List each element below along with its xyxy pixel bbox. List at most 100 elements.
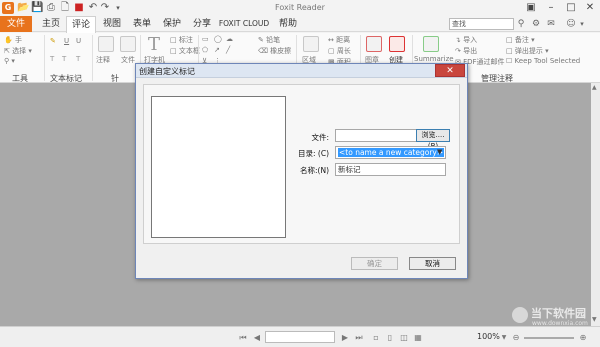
dialog-body: 文件: 浏览....(B) 目录: (C) <to name a new cat…	[143, 84, 460, 244]
popup-dropdown[interactable]: □ 弹出提示 ▾	[506, 46, 549, 56]
scroll-up-icon[interactable]: ▲	[592, 84, 597, 91]
select-tool-label: 选择	[12, 47, 27, 55]
save-icon[interactable]: 💾	[31, 2, 43, 14]
title-bar: G 📂 💾 ⎙ 🗋 ■ ↶ ↷ ▾ Foxit Reader ▣ – □ ✕	[0, 0, 600, 16]
minimize-button[interactable]: –	[540, 1, 562, 15]
fdf-email-label: FDF通过邮件	[463, 58, 505, 66]
category-select[interactable]: <to name a new category> ▼	[335, 146, 446, 159]
pdf-icon[interactable]: ■	[73, 2, 85, 14]
hand-tool-label: 手	[14, 36, 22, 44]
import-tool[interactable]: ↴ 导入	[455, 35, 477, 45]
textbox-label: 文本框	[178, 47, 200, 55]
zoom-slider[interactable]	[524, 337, 574, 339]
settings-icon[interactable]: ⚙	[530, 18, 542, 30]
summarize-icon[interactable]	[423, 36, 439, 52]
single-page-view-icon[interactable]: ▫	[371, 332, 381, 343]
insert-text-tool[interactable]: T	[76, 55, 80, 63]
last-page-icon[interactable]: ⏭	[354, 332, 364, 343]
facing-view-icon[interactable]: ◫	[399, 332, 409, 343]
new-doc-icon[interactable]: 🗋	[59, 2, 71, 14]
chat-icon[interactable]: ✉	[545, 18, 557, 30]
close-button[interactable]: ✕	[579, 1, 600, 15]
notes-dropdown[interactable]: □ 备注 ▾	[506, 35, 535, 45]
file-path-input[interactable]	[335, 129, 417, 142]
select-tool[interactable]: ⇱ 选择 ▾	[4, 46, 32, 56]
tab-form[interactable]: 表单	[128, 16, 156, 32]
category-field-label: 目录: (C)	[298, 149, 329, 158]
rectangle-shape-icon[interactable]: ▭	[202, 35, 209, 43]
area-measure-icon[interactable]	[303, 36, 319, 52]
continuous-view-icon[interactable]: ▯	[385, 332, 395, 343]
distance-label: 距离	[336, 36, 351, 44]
squiggly-tool[interactable]: U	[76, 37, 81, 45]
category-selected-value: <to name a new category>	[338, 148, 445, 157]
note-icon[interactable]	[98, 36, 114, 52]
first-page-icon[interactable]: ⏮	[238, 332, 248, 343]
textbox-tool[interactable]: □ 文本框	[170, 46, 200, 56]
previous-page-icon[interactable]: ◀	[252, 332, 262, 343]
stamp-name-input[interactable]: 新标记	[335, 163, 446, 176]
watermark-icon	[512, 307, 528, 323]
page-number-input[interactable]	[265, 331, 335, 343]
open-icon[interactable]: 📂	[17, 2, 29, 14]
file-attach-icon[interactable]	[120, 36, 136, 52]
dialog-title: 创建自定义标记	[139, 67, 195, 76]
perimeter-tool[interactable]: ▢ 周长	[328, 46, 351, 56]
restore-ribbon-icon[interactable]: ▣	[520, 1, 542, 15]
tab-file[interactable]: 文件	[0, 16, 32, 32]
tab-view[interactable]: 视图	[98, 16, 126, 32]
export-tool[interactable]: ↷ 导出	[455, 46, 477, 56]
status-bar: ⏮ ◀ ▶ ⏭ ▫ ▯ ◫ ▦ 100% ▼ ⊖ ⊕	[0, 326, 600, 347]
dropdown-icon[interactable]: ▾	[112, 2, 124, 14]
zoom-dropdown-icon[interactable]: ▼	[499, 332, 509, 343]
popup-label: 弹出提示	[514, 47, 543, 55]
callout-tool[interactable]: □ 标注	[170, 35, 193, 45]
search-icon[interactable]: ⚲	[515, 18, 527, 30]
undo-icon[interactable]: ↶	[87, 2, 99, 14]
zoom-out-icon[interactable]: ⊖	[511, 332, 521, 343]
replace-text-tool[interactable]: T	[62, 55, 66, 63]
search-input[interactable]: 查找	[449, 18, 514, 30]
zoom-in-icon[interactable]: ⊕	[578, 332, 588, 343]
distance-tool[interactable]: ↔ 距离	[328, 35, 350, 45]
watermark-logo: 当下软件园 www.downxia.com	[512, 303, 596, 331]
tab-protect[interactable]: 保护	[158, 16, 186, 32]
dialog-close-button[interactable]: ✕	[435, 64, 465, 77]
browse-button[interactable]: 浏览....(B)	[416, 129, 450, 150]
arrow-shape-icon[interactable]: ↗	[214, 46, 220, 54]
redo-icon[interactable]: ↷	[99, 2, 111, 14]
ok-button[interactable]: 确定	[351, 257, 398, 270]
keep-tool-checkbox[interactable]: ☐ Keep Tool Selected	[506, 57, 580, 65]
pencil-tool[interactable]: ✎ 铅笔	[258, 35, 280, 45]
next-page-icon[interactable]: ▶	[340, 332, 350, 343]
strikeout-tool[interactable]: T	[50, 55, 54, 63]
polygon-shape-icon[interactable]: ⬠	[202, 46, 208, 54]
cancel-button[interactable]: 取消	[409, 257, 456, 270]
typewriter-icon[interactable]: T	[148, 34, 160, 55]
line-shape-icon[interactable]: ╱	[226, 46, 230, 54]
zoom-tool[interactable]: ⚲ ▾	[4, 57, 15, 65]
separator	[44, 35, 45, 81]
vertical-scrollbar[interactable]: ▲ ▼	[591, 83, 600, 326]
tab-comment[interactable]: 评论	[66, 16, 96, 33]
tab-home[interactable]: 主页	[37, 16, 65, 32]
oval-shape-icon[interactable]: ◯	[214, 35, 222, 43]
underline-tool[interactable]: U	[64, 37, 69, 45]
create-custom-stamp-dialog: 创建自定义标记 ✕ 文件: 浏览....(B) 目录: (C) <to name…	[135, 63, 468, 279]
zoom-level[interactable]: 100%	[477, 332, 500, 341]
facing-continuous-view-icon[interactable]: ▦	[413, 332, 423, 343]
create-stamp-icon[interactable]	[389, 36, 405, 52]
stamp-icon[interactable]	[366, 36, 382, 52]
eraser-tool[interactable]: ⌫ 橡皮擦	[258, 46, 291, 56]
tab-help[interactable]: 帮助	[274, 16, 302, 32]
perimeter-label: 周长	[336, 47, 351, 55]
print-icon[interactable]: ⎙	[45, 2, 57, 14]
tab-share[interactable]: 分享	[188, 16, 216, 32]
tab-foxit-cloud[interactable]: FOXIT CLOUD	[216, 16, 272, 32]
eraser-label: 橡皮擦	[270, 47, 292, 55]
highlight-tool[interactable]: ✎	[50, 37, 56, 45]
hand-tool[interactable]: ✋ 手	[4, 35, 22, 45]
account-dropdown-icon[interactable]: ▾	[576, 18, 588, 30]
chevron-down-icon[interactable]: ▼	[437, 147, 442, 158]
cloud-shape-icon[interactable]: ☁	[226, 35, 233, 43]
